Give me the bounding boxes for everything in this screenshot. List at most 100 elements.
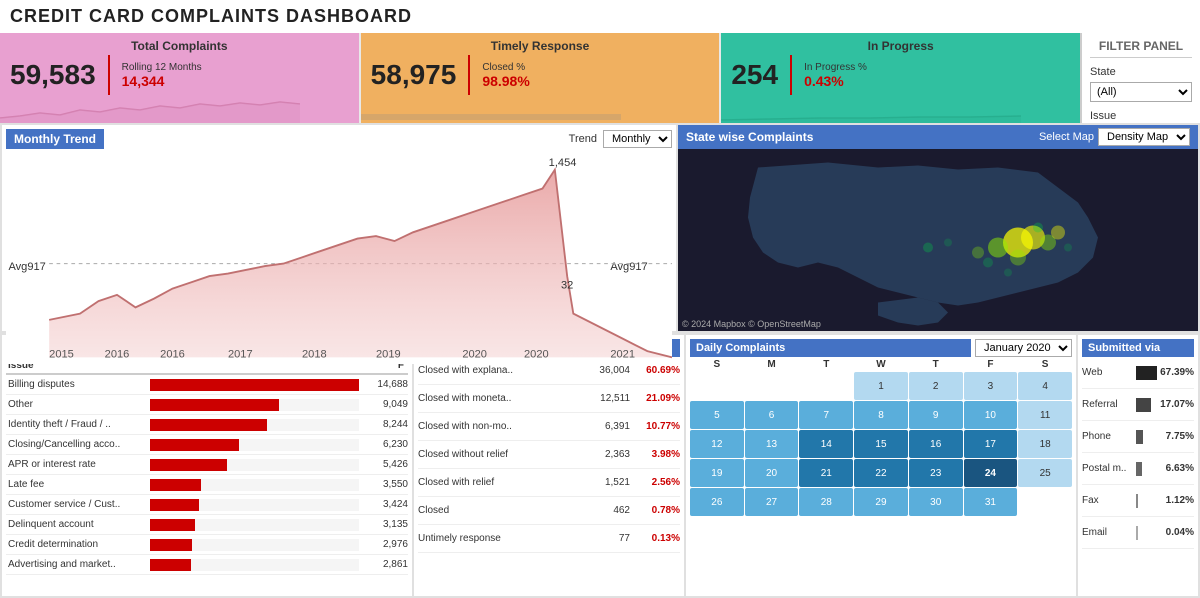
company-label: Closed with moneta.. xyxy=(418,393,585,404)
cal-cell: 22 xyxy=(854,459,908,487)
issues-label: Other xyxy=(6,399,146,410)
trend-label: Trend xyxy=(569,133,597,145)
filter-panel: FILTER PANEL State (All) Issue (All) xyxy=(1080,33,1200,123)
issues-label: APR or interest rate xyxy=(6,459,146,470)
issues-value: 6,230 xyxy=(363,439,408,450)
cal-cell: 6 xyxy=(745,401,799,429)
cal-cell: 16 xyxy=(909,430,963,458)
daily-header-row: Daily Complaints January 2020 xyxy=(690,339,1072,357)
issues-bar-container xyxy=(150,399,359,411)
submitted-bar xyxy=(1136,526,1138,540)
issues-bar xyxy=(150,479,201,491)
issues-row: APR or interest rate 5,426 xyxy=(6,455,408,475)
company-row: Untimely response 77 0.13% xyxy=(418,525,680,553)
cal-cell: 21 xyxy=(799,459,853,487)
company-count: 12,511 xyxy=(585,393,630,404)
company-count: 6,391 xyxy=(585,421,630,432)
kpi-timely-sparkline xyxy=(361,98,661,123)
cal-day-s1: S xyxy=(690,359,744,370)
kpi-total-complaints: Total Complaints 59,583 Rolling 12 Month… xyxy=(0,33,359,123)
issues-row: Closing/Cancelling acco.. 6,230 xyxy=(6,435,408,455)
bottom-row: Top Issues ▼ Issue F Billing disputes 14… xyxy=(0,333,1200,598)
cal-cell: 14 xyxy=(799,430,853,458)
issues-row: Advertising and market.. 2,861 xyxy=(6,555,408,575)
submitted-bar xyxy=(1136,494,1138,508)
kpi-progress-sub-label: In Progress % xyxy=(804,62,867,73)
issues-bar-container xyxy=(150,439,359,451)
svg-text:2015: 2015 xyxy=(49,348,74,360)
submitted-label: Web xyxy=(1082,367,1132,378)
svg-text:32: 32 xyxy=(561,280,573,292)
issues-value: 14,688 xyxy=(363,379,408,390)
company-rows: Closed with explana.. 36,004 60.69% Clos… xyxy=(418,357,680,553)
company-row: Closed with non-mo.. 6,391 10.77% xyxy=(418,413,680,441)
cal-day-t2: T xyxy=(909,359,963,370)
cal-week: 262728293031 xyxy=(690,488,1072,516)
monthly-trend-panel: Monthly Trend Trend Monthly Avg917 Avg91… xyxy=(2,125,676,331)
issues-row: Delinquent account 3,135 xyxy=(6,515,408,535)
trend-chart: Avg917 Avg917 1,454 xyxy=(6,151,672,364)
submitted-pct: 6.63% xyxy=(1145,463,1194,474)
kpi-progress-sub-value: 0.43% xyxy=(804,73,867,89)
map-type-select[interactable]: Density Map xyxy=(1098,128,1190,146)
company-pct: 0.13% xyxy=(630,533,680,544)
dashboard: CREDIT CARD COMPLAINTS DASHBOARD Total C… xyxy=(0,0,1200,598)
issues-bar xyxy=(150,559,191,571)
kpi-total-title: Total Complaints xyxy=(10,39,349,53)
svg-text:2017: 2017 xyxy=(228,348,253,360)
cal-day-t1: T xyxy=(799,359,853,370)
kpi-cards: Total Complaints 59,583 Rolling 12 Month… xyxy=(0,33,1080,123)
svg-text:2019: 2019 xyxy=(376,348,401,360)
kpi-timely-divider xyxy=(468,55,470,95)
map-header: State wise Complaints Select Map Density… xyxy=(678,125,1198,149)
cal-cell: 28 xyxy=(799,488,853,516)
svg-text:2020: 2020 xyxy=(524,348,549,360)
issues-bar-container xyxy=(150,559,359,571)
issues-value: 3,424 xyxy=(363,499,408,510)
map-credit: © 2024 Mapbox © OpenStreetMap xyxy=(682,319,821,329)
issues-row: Late fee 3,550 xyxy=(6,475,408,495)
cal-cell: 17 xyxy=(964,430,1018,458)
cal-cell: 4 xyxy=(1018,372,1072,400)
company-pct: 60.69% xyxy=(630,365,680,376)
svg-text:2016: 2016 xyxy=(160,348,185,360)
submitted-row: Phone 7.75% xyxy=(1082,421,1194,453)
issues-label: Closing/Cancelling acco.. xyxy=(6,439,146,450)
company-count: 2,363 xyxy=(585,449,630,460)
cal-cell: 27 xyxy=(745,488,799,516)
svg-text:Avg917: Avg917 xyxy=(8,261,45,273)
submitted-pct: 0.04% xyxy=(1141,527,1194,538)
issues-bar-container xyxy=(150,459,359,471)
submitted-row: Referral 17.07% xyxy=(1082,389,1194,421)
issues-label: Customer service / Cust.. xyxy=(6,499,146,510)
daily-complaints-title: Daily Complaints xyxy=(696,342,785,354)
issues-row: Credit determination 2,976 xyxy=(6,535,408,555)
issues-bar xyxy=(150,519,195,531)
cal-week: 12131415161718 xyxy=(690,430,1072,458)
chart-header: Monthly Trend Trend Monthly xyxy=(6,129,672,149)
svg-text:2018: 2018 xyxy=(302,348,327,360)
daily-month-select[interactable]: January 2020 xyxy=(975,339,1072,357)
filter-state-select[interactable]: (All) xyxy=(1090,82,1192,102)
issues-label: Billing disputes xyxy=(6,379,146,390)
cal-cell: 9 xyxy=(909,401,963,429)
cal-cell: 18 xyxy=(1018,430,1072,458)
company-label: Closed with relief xyxy=(418,477,585,488)
issues-label: Advertising and market.. xyxy=(6,559,146,570)
cal-cell: 12 xyxy=(690,430,744,458)
map-controls: Select Map Density Map xyxy=(1039,128,1190,146)
svg-text:2020: 2020 xyxy=(462,348,487,360)
filter-state-label: State xyxy=(1090,66,1192,78)
company-label: Closed xyxy=(418,505,585,516)
kpi-divider xyxy=(108,55,110,95)
company-label: Untimely response xyxy=(418,533,585,544)
svg-text:2016: 2016 xyxy=(105,348,130,360)
issues-value: 3,135 xyxy=(363,519,408,530)
cal-cell: 1 xyxy=(854,372,908,400)
company-response-panel: Company Response Closed with explana.. 3… xyxy=(414,335,684,596)
cal-cell: 31 xyxy=(964,488,1018,516)
cal-cell: 15 xyxy=(854,430,908,458)
submitted-label: Phone xyxy=(1082,431,1132,442)
map-select-label: Select Map xyxy=(1039,131,1094,143)
trend-dropdown[interactable]: Monthly xyxy=(603,130,672,148)
